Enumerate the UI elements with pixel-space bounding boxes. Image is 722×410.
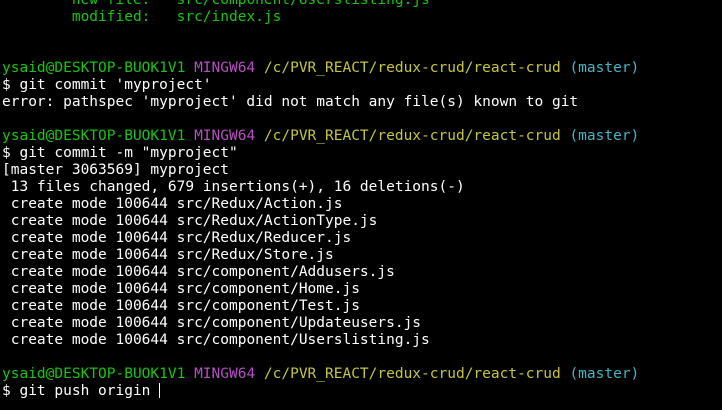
prompt-path: /c/PVR_REACT/redux-crud/react-crud xyxy=(263,128,561,144)
prompt-env: MINGW64 xyxy=(194,366,256,382)
prompt-line: ysaid@DESKTOP-BUOK1V1 MINGW64 /c/PVR_REA… xyxy=(2,60,722,77)
command-text: git commit 'myproject' xyxy=(19,77,212,93)
create-prefix: create mode 100644 xyxy=(2,213,177,229)
create-line: create mode 100644 src/component/Updateu… xyxy=(2,315,722,332)
created-file: src/component/Userslisting.js xyxy=(176,332,430,348)
create-prefix: create mode 100644 xyxy=(2,332,177,348)
prompt-line: ysaid@DESKTOP-BUOK1V1 MINGW64 /c/PVR_REA… xyxy=(2,366,722,383)
prompt-path: /c/PVR_REACT/redux-crud/react-crud xyxy=(263,366,561,382)
prompt-env: MINGW64 xyxy=(194,60,256,76)
command-text: git commit -m "myproject" xyxy=(19,145,238,161)
create-line: create mode 100644 src/component/Adduser… xyxy=(2,264,722,281)
prompt-symbol: $ xyxy=(2,145,11,161)
created-file: src/component/Test.js xyxy=(176,298,360,314)
prompt-user-host: ysaid@DESKTOP-BUOK1V1 xyxy=(2,128,186,144)
created-file: src/component/Addusers.js xyxy=(176,264,395,280)
command-input[interactable]: git push origin xyxy=(19,383,159,399)
create-prefix: create mode 100644 xyxy=(2,196,177,212)
create-prefix: create mode 100644 xyxy=(2,264,177,280)
status-path: src/index.js xyxy=(176,9,282,25)
prompt-branch: (master) xyxy=(569,366,640,382)
create-prefix: create mode 100644 xyxy=(2,281,177,297)
prompt-branch: (master) xyxy=(569,60,640,76)
create-prefix: create mode 100644 xyxy=(2,230,177,246)
create-line: create mode 100644 src/component/Home.js xyxy=(2,281,722,298)
created-file: src/Redux/ActionType.js xyxy=(176,213,378,229)
status-line-modified: modified: src/index.js xyxy=(2,9,722,26)
status-label: modified: xyxy=(71,9,177,25)
commit-summary: 13 files changed, 679 insertions(+), 16 … xyxy=(2,179,465,195)
status-label: new file: xyxy=(71,0,177,8)
create-line: create mode 100644 src/Redux/Reducer.js xyxy=(2,230,722,247)
create-prefix: create mode 100644 xyxy=(2,315,177,331)
create-line: create mode 100644 src/component/Test.js xyxy=(2,298,722,315)
prompt-user-host: ysaid@DESKTOP-BUOK1V1 xyxy=(2,60,186,76)
error-output: error: pathspec 'myproject' did not matc… xyxy=(2,94,579,110)
create-line: create mode 100644 src/Redux/Action.js xyxy=(2,196,722,213)
prompt-branch: (master) xyxy=(569,128,640,144)
create-prefix: create mode 100644 xyxy=(2,298,177,314)
created-file: src/Redux/Reducer.js xyxy=(176,230,352,246)
create-line: create mode 100644 src/component/Usersli… xyxy=(2,332,722,349)
created-file: src/component/Home.js xyxy=(176,281,360,297)
commit-header: [master 3063569] myproject xyxy=(2,162,229,178)
prompt-path: /c/PVR_REACT/redux-crud/react-crud xyxy=(263,60,561,76)
create-line: create mode 100644 src/Redux/Store.js xyxy=(2,247,722,264)
command-line: $ git commit 'myproject' xyxy=(2,77,722,94)
status-line-new-file: new file: src/component/Userslisting.js xyxy=(2,0,722,9)
prompt-env: MINGW64 xyxy=(194,128,256,144)
text-cursor xyxy=(159,383,161,398)
prompt-user-host: ysaid@DESKTOP-BUOK1V1 xyxy=(2,366,186,382)
create-line: create mode 100644 src/Redux/ActionType.… xyxy=(2,213,722,230)
status-path: src/component/Userslisting.js xyxy=(176,0,430,8)
created-file: src/Redux/Store.js xyxy=(176,247,334,263)
created-file: src/component/Updateusers.js xyxy=(176,315,422,331)
prompt-symbol: $ xyxy=(2,383,11,399)
command-input-line[interactable]: $ git push origin xyxy=(2,383,722,400)
prompt-line: ysaid@DESKTOP-BUOK1V1 MINGW64 /c/PVR_REA… xyxy=(2,128,722,145)
prompt-symbol: $ xyxy=(2,77,11,93)
created-file: src/Redux/Action.js xyxy=(176,196,343,212)
terminal-window[interactable]: new file: src/component/Userslisting.js … xyxy=(0,0,722,410)
command-line: $ git commit -m "myproject" xyxy=(2,145,722,162)
create-prefix: create mode 100644 xyxy=(2,247,177,263)
